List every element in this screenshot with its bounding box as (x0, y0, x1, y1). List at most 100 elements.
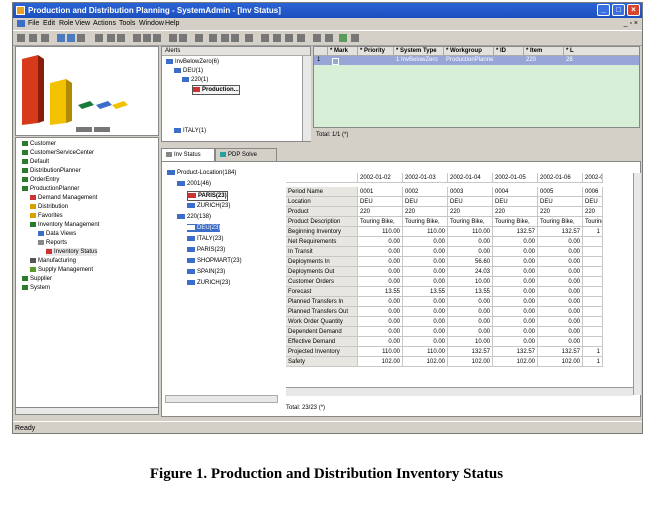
alert-item[interactable]: InvBelowZero(6) (166, 58, 219, 66)
grid-cell[interactable]: 0.00 (403, 307, 448, 317)
nav-item-distribution[interactable]: Distribution (30, 203, 68, 211)
maximize-button[interactable]: □ (612, 4, 625, 16)
grid-cell[interactable]: 0003 (448, 187, 493, 197)
mark-checkbox[interactable] (332, 58, 339, 65)
grid-cell[interactable]: DEU (583, 197, 603, 207)
grid-cell[interactable]: 1 (583, 357, 603, 367)
grid-cell[interactable]: 0.00 (358, 297, 403, 307)
grid-cell[interactable]: 0.00 (403, 257, 448, 267)
grid-cell[interactable]: 13.55 (358, 287, 403, 297)
grid-header-l[interactable]: * L (564, 47, 639, 56)
nav-item-customerservicecenter[interactable]: CustomerServiceCenter (22, 149, 94, 157)
grid-cell[interactable]: 0.00 (403, 317, 448, 327)
grid-cell[interactable]: 132.57 (493, 227, 538, 237)
toolbar-icon[interactable] (221, 34, 229, 42)
grid-cell[interactable]: 0.00 (358, 257, 403, 267)
grid-cell[interactable]: 13.55 (403, 287, 448, 297)
grid-cell[interactable]: 0.00 (538, 317, 583, 327)
nav-item-demand-management[interactable]: Demand Management (30, 194, 97, 202)
grid-cell[interactable]: 220 (358, 207, 403, 217)
toolbar-icon[interactable] (95, 34, 103, 42)
grid-cell[interactable]: 0.00 (538, 237, 583, 247)
nav-item-manufacturing[interactable]: Manufacturing (30, 257, 76, 265)
grid-cell[interactable]: 10.00 (448, 337, 493, 347)
date-column-header[interactable]: 2002-0 (583, 173, 603, 183)
grid-cell[interactable] (583, 237, 603, 247)
grid-cell[interactable] (583, 307, 603, 317)
toolbar-icon[interactable] (231, 34, 239, 42)
grid-cell[interactable]: 0.00 (538, 287, 583, 297)
toolbar-icon[interactable] (285, 34, 293, 42)
tree-item[interactable]: PARIS(23) (187, 246, 225, 254)
tab-inv-status[interactable]: Inv Status (161, 148, 215, 161)
grid-cell[interactable]: 0.00 (358, 247, 403, 257)
nav-item-system[interactable]: System (22, 284, 50, 292)
toolbar-icon[interactable] (195, 34, 203, 42)
date-column-header[interactable]: 2002-01-06 (538, 173, 583, 183)
grid-cell[interactable]: 102.00 (358, 357, 403, 367)
nav-item-default[interactable]: Default (22, 158, 49, 166)
grid-cell[interactable]: 0.00 (358, 317, 403, 327)
toolbar-icon[interactable] (117, 34, 125, 42)
filter-icon[interactable] (209, 34, 217, 42)
grid-cell[interactable]: 0.00 (493, 247, 538, 257)
grid-cell[interactable]: 220 (538, 207, 583, 217)
grid-cell[interactable] (583, 257, 603, 267)
grid-cell[interactable]: 0.00 (358, 337, 403, 347)
tree-item[interactable]: 220(138) (177, 213, 211, 221)
grid-cell[interactable]: 0005 (538, 187, 583, 197)
grid-cell[interactable]: 102.00 (448, 357, 493, 367)
toolbar-icon[interactable] (107, 34, 115, 42)
grid-cell[interactable]: 0.00 (493, 267, 538, 277)
toolbar-icon[interactable] (41, 34, 49, 42)
grid-cell[interactable]: 0.00 (493, 307, 538, 317)
nav-item-inventory-management[interactable]: Inventory Management (30, 221, 99, 229)
toolbar-icon[interactable] (261, 34, 269, 42)
grid-cell[interactable] (583, 337, 603, 347)
toolbar-icon[interactable] (297, 34, 305, 42)
tree-item[interactable]: ZURICH(23) (187, 279, 230, 287)
grid-header-id[interactable]: * ID (494, 47, 524, 56)
grid-header-priority[interactable]: * Priority (358, 47, 394, 56)
grid-cell[interactable]: 110.00 (358, 347, 403, 357)
cancel-icon[interactable] (351, 34, 359, 42)
tree-item[interactable]: ZURICH(23) (187, 202, 230, 210)
grid-cell[interactable]: 13.55 (448, 287, 493, 297)
next-icon[interactable] (153, 34, 161, 42)
grid-vertical-scrollbar[interactable] (633, 173, 641, 395)
menu-tools[interactable]: Tools (119, 18, 135, 29)
grid-cell[interactable]: DEU (358, 197, 403, 207)
grid-cell[interactable]: 0.00 (403, 337, 448, 347)
toolbar-icon[interactable] (245, 34, 253, 42)
grid-cell[interactable]: Touring Bike, (493, 217, 538, 227)
tree-item[interactable]: SHOPMART(23) (187, 257, 242, 265)
grid-cell[interactable]: DEU (403, 197, 448, 207)
tree-item[interactable]: ITALY(23) (187, 235, 223, 243)
menu-file[interactable]: File (28, 18, 39, 29)
date-column-header[interactable]: 2002-01-04 (448, 173, 493, 183)
alert-item[interactable]: 220(1) (182, 76, 208, 84)
grid-cell[interactable] (583, 287, 603, 297)
nav-item-customer[interactable]: Customer (22, 140, 56, 148)
grid-cell[interactable]: 0.00 (538, 307, 583, 317)
nav-item-inventory-status[interactable]: Inventory Status (46, 248, 98, 256)
menu-role[interactable]: Role (59, 18, 73, 29)
toolbar-icon[interactable] (179, 34, 187, 42)
grid-cell[interactable]: 0.00 (448, 297, 493, 307)
menu-actions[interactable]: Actions (93, 18, 116, 29)
date-column-header[interactable]: 2002-01-02 (358, 173, 403, 183)
grid-cell[interactable]: 0.00 (358, 267, 403, 277)
grid-cell[interactable]: Touring Bike, (358, 217, 403, 227)
alert-item[interactable]: ITALY(1) (174, 127, 206, 135)
toolbar-icon[interactable] (17, 34, 25, 42)
toolbar-icon[interactable] (325, 34, 333, 42)
grid-header-mark[interactable]: * Mark (328, 47, 358, 56)
grid-cell[interactable]: 0.00 (448, 247, 493, 257)
grid-cell[interactable]: DEU (493, 197, 538, 207)
tree-horizontal-scrollbar[interactable] (165, 395, 278, 403)
grid-cell[interactable] (583, 317, 603, 327)
tree-item[interactable]: DEU(23) (187, 224, 221, 232)
grid-cell[interactable]: 110.00 (358, 227, 403, 237)
tree-item[interactable]: Product-Location(184) (167, 169, 236, 177)
tab-pdp-solve[interactable]: PDP Solve (215, 148, 277, 161)
